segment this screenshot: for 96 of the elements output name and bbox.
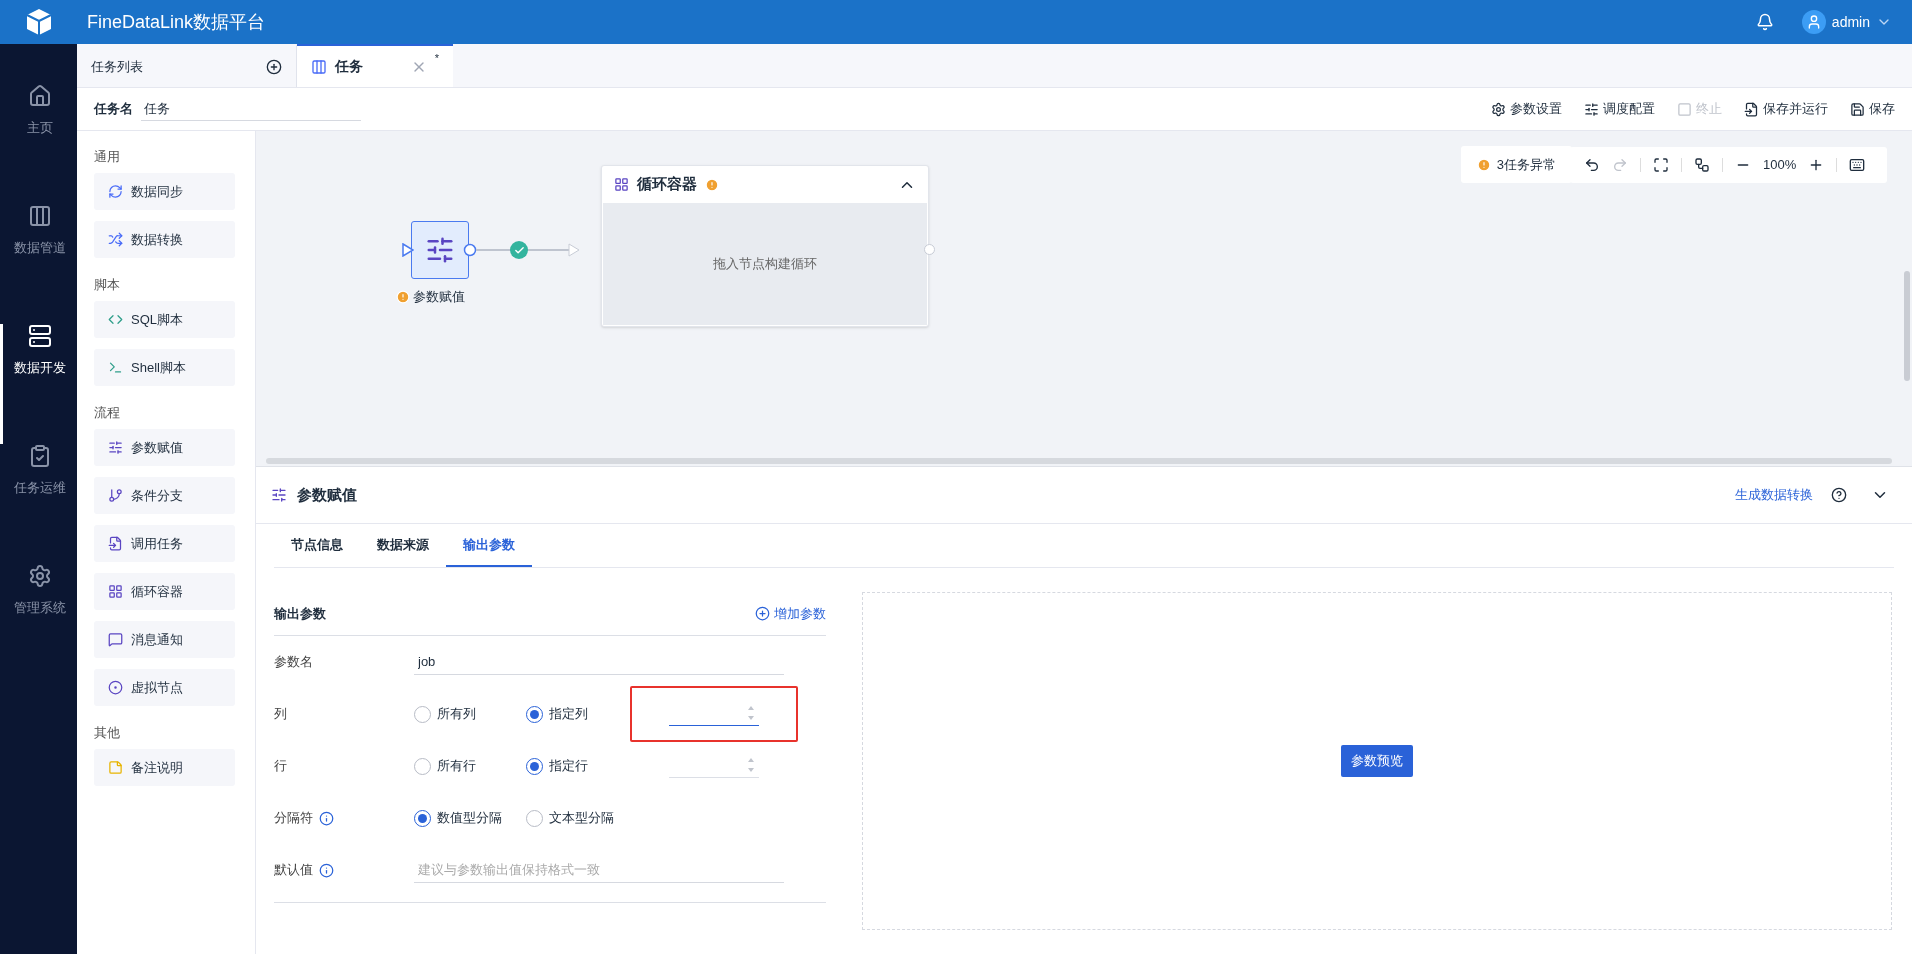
columns-icon	[28, 204, 52, 228]
gear-icon	[1491, 101, 1506, 117]
task-tab[interactable]: 任务 *	[297, 44, 453, 87]
user-menu[interactable]: admin	[1801, 10, 1892, 34]
toolbar-button[interactable]: 调度配置	[1584, 99, 1655, 119]
branch-icon	[108, 488, 123, 503]
output-port-icon	[924, 244, 935, 255]
help-icon[interactable]	[1831, 487, 1847, 503]
stop-icon	[1677, 101, 1692, 117]
terminal-icon	[108, 360, 123, 375]
gear-icon	[28, 564, 52, 588]
field-label: 默认值	[274, 861, 313, 880]
palette-item[interactable]: 条件分支	[94, 477, 235, 514]
group-label: 通用	[94, 148, 121, 167]
message-icon	[108, 632, 123, 647]
palette-item[interactable]: 调用任务	[94, 525, 235, 562]
param-name-field[interactable]: job	[414, 648, 784, 676]
sliders-icon	[271, 487, 287, 503]
palette-item[interactable]: 消息通知	[94, 621, 235, 658]
add-param-button[interactable]: 增加参数	[755, 603, 826, 624]
run-icon	[1744, 101, 1759, 117]
avatar-icon	[1801, 10, 1826, 34]
palette-item[interactable]: 虚拟节点	[94, 669, 235, 706]
palette-item[interactable]: SQL脚本	[94, 301, 235, 338]
info-icon[interactable]	[319, 810, 334, 826]
grid-icon	[614, 177, 629, 192]
sliders-icon	[1584, 101, 1599, 117]
clipboard-icon	[28, 444, 52, 468]
palette-item[interactable]: 数据转换	[94, 221, 235, 258]
radio-option[interactable]: 数值型分隔	[414, 808, 526, 828]
add-icon[interactable]	[266, 58, 282, 75]
field-label: 任务名	[94, 100, 133, 119]
server-icon	[28, 324, 52, 348]
shuffle-icon	[108, 232, 123, 247]
task-name-field[interactable]: 任务	[141, 96, 361, 122]
undo-icon[interactable]	[1584, 157, 1600, 173]
zoom-level: 100%	[1763, 156, 1797, 175]
input-port-icon	[402, 243, 414, 257]
container-title: 循环容器	[637, 174, 697, 195]
node-label: 参数赋值	[413, 288, 465, 306]
sliders-icon	[108, 440, 123, 455]
home-icon	[28, 84, 52, 108]
radio-option[interactable]: 指定行	[526, 756, 638, 776]
panel-tab[interactable]: 数据来源	[360, 524, 446, 567]
palette-item[interactable]: 数据同步	[94, 173, 235, 210]
palette-item[interactable]: 备注说明	[94, 749, 235, 786]
toolbar-button[interactable]: 保存并运行	[1744, 99, 1828, 119]
toolbar-button[interactable]: 保存	[1850, 99, 1895, 119]
sliders-icon	[425, 235, 455, 265]
keyboard-icon[interactable]	[1849, 157, 1866, 173]
info-icon[interactable]	[319, 862, 334, 878]
warning-icon	[1476, 157, 1491, 172]
file-icon	[108, 536, 123, 551]
notification-icon[interactable]	[1755, 13, 1774, 31]
field-label: 列	[274, 705, 287, 724]
palette-item[interactable]: Shell脚本	[94, 349, 235, 386]
layout-icon[interactable]	[1694, 157, 1710, 173]
fit-icon[interactable]	[1653, 157, 1669, 173]
field-label: 行	[274, 757, 287, 776]
radio-option[interactable]: 指定列	[526, 704, 638, 724]
horizontal-scrollbar[interactable]	[266, 458, 1892, 464]
section-title: 输出参数	[274, 604, 327, 623]
field-label: 参数名	[274, 653, 313, 672]
unsaved-mark: *	[434, 51, 439, 66]
panel-title: 参数赋值	[297, 484, 357, 505]
drop-hint: 拖入节点构建循环	[713, 255, 817, 274]
group-label: 脚本	[94, 276, 121, 295]
vertical-scrollbar[interactable]	[1904, 271, 1910, 381]
radio-option[interactable]: 文本型分隔	[526, 808, 638, 828]
group-label: 流程	[94, 404, 121, 423]
panel-tab[interactable]: 输出参数	[446, 524, 532, 567]
grid-icon	[108, 584, 123, 599]
nav-item[interactable]: 主页	[0, 84, 77, 204]
alert-badge[interactable]: 3任务异常	[1460, 146, 1572, 183]
sync-icon	[108, 184, 123, 199]
nav-item[interactable]: 管理系统	[0, 564, 77, 684]
radio-option[interactable]: 所有行	[414, 756, 526, 776]
loop-container[interactable]: 循环容器 拖入节点构建循环	[601, 165, 929, 327]
toolbar-button[interactable]: 参数设置	[1491, 99, 1562, 119]
field-label: 分隔符	[274, 809, 313, 828]
group-label: 其他	[94, 724, 121, 743]
note-icon	[108, 760, 123, 775]
preview-button[interactable]: 参数预览	[1341, 745, 1413, 777]
param-node[interactable]	[411, 221, 469, 279]
panel-tab[interactable]: 节点信息	[274, 524, 360, 567]
nav-item[interactable]: 任务运维	[0, 444, 77, 564]
app-title: FineDataLink数据平台	[87, 10, 266, 34]
radio-option[interactable]: 所有列	[414, 704, 526, 724]
palette-item[interactable]: 循环容器	[94, 573, 235, 610]
palette-item[interactable]: 参数赋值	[94, 429, 235, 466]
target-icon	[108, 680, 123, 695]
add-icon	[755, 606, 770, 621]
save-icon	[1850, 101, 1865, 117]
generate-link[interactable]: 生成数据转换	[1735, 485, 1813, 505]
nav-item[interactable]: 数据管道	[0, 204, 77, 324]
code-icon	[108, 312, 123, 327]
